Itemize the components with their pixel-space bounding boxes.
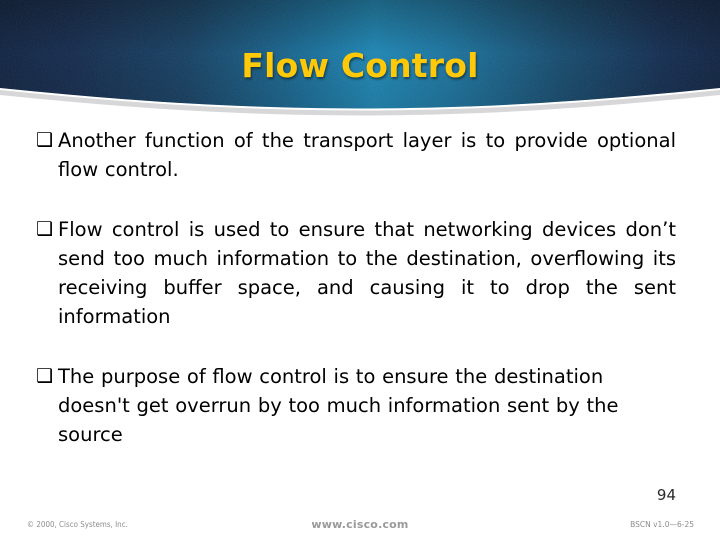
bullet-item-2: ❑ Flow control is used to ensure that ne…	[36, 215, 676, 331]
bullet-item-1: ❑ Another function of the transport laye…	[36, 126, 676, 184]
bullet-text-1: Another function of the transport layer …	[58, 129, 676, 181]
square-bullet-icon: ❑	[36, 218, 54, 240]
slide-footer: © 2000, Cisco Systems, Inc. www.cisco.co…	[0, 518, 720, 536]
square-bullet-icon: ❑	[36, 129, 54, 151]
slide-header-banner: Flow Control	[0, 0, 720, 118]
footer-doc-id: BSCN v1.0—6-25	[630, 520, 694, 529]
page-number: 94	[656, 486, 676, 504]
square-bullet-icon: ❑	[36, 365, 54, 387]
bullet-item-3: ❑ The purpose of flow control is to ensu…	[36, 362, 676, 449]
bullet-text-3: The purpose of flow control is to ensure…	[58, 365, 619, 446]
slide-content: ❑ Another function of the transport laye…	[36, 126, 676, 449]
page-title: Flow Control	[241, 46, 479, 85]
bullet-text-2: Flow control is used to ensure that netw…	[58, 218, 676, 328]
footer-url: www.cisco.com	[311, 518, 409, 531]
